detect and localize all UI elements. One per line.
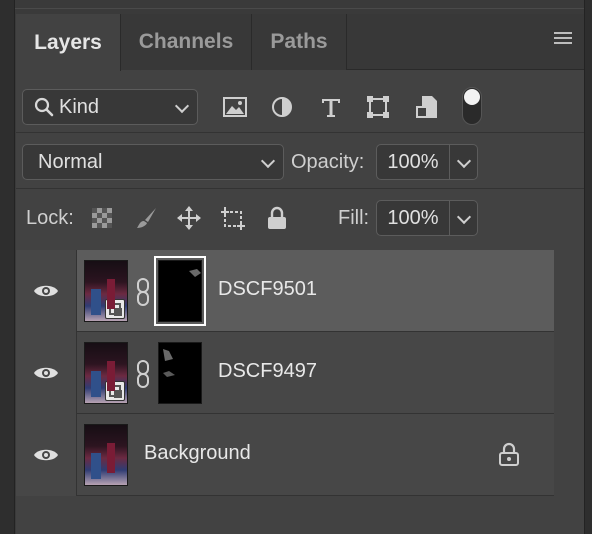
tab-channels[interactable]: Channels — [121, 14, 252, 70]
eye-icon — [34, 449, 58, 461]
type-filter-icon[interactable] — [318, 94, 344, 120]
filter-kind-label: Kind — [59, 95, 100, 118]
lock-transparent-pixels-icon[interactable] — [89, 205, 115, 231]
right-scrollbar[interactable] — [584, 0, 592, 534]
layer-mask-thumbnail[interactable] — [158, 342, 202, 404]
blend-mode-select[interactable]: Normal — [22, 144, 284, 180]
image-filter-icon[interactable] — [222, 94, 248, 120]
left-frame — [0, 0, 15, 534]
filter-toggle-switch[interactable] — [462, 87, 482, 125]
layer-name[interactable]: Background — [144, 442, 251, 465]
chevron-down-icon — [456, 153, 472, 169]
panel-tab-bar: Layers Channels Paths — [16, 14, 584, 71]
lock-position-icon[interactable] — [176, 205, 202, 231]
filter-kind-select[interactable]: Kind — [22, 89, 198, 125]
chevron-down-icon — [174, 98, 190, 114]
smart-object-icon — [105, 299, 125, 319]
fill-label: Fill: — [338, 207, 370, 229]
layer-lock-icon — [499, 442, 519, 466]
layer-row-dscf9501[interactable]: DSCF9501 — [16, 250, 554, 332]
tab-paths[interactable]: Paths — [252, 14, 347, 70]
search-icon — [33, 96, 55, 118]
smart-object-icon — [105, 381, 125, 401]
visibility-toggle[interactable] — [16, 250, 77, 332]
layer-name[interactable]: DSCF9497 — [218, 360, 317, 383]
eye-icon — [34, 285, 58, 297]
layer-thumbnail[interactable] — [84, 260, 128, 322]
lock-image-pixels-icon[interactable] — [134, 205, 160, 231]
link-chain-icon[interactable] — [136, 278, 150, 306]
tab-layers[interactable]: Layers — [16, 14, 121, 71]
fill-dropdown[interactable] — [450, 200, 478, 236]
opacity-input[interactable]: 100% — [376, 144, 450, 180]
fill-input[interactable]: 100% — [376, 200, 450, 236]
visibility-toggle[interactable] — [16, 332, 77, 414]
lock-all-icon[interactable] — [264, 205, 290, 231]
eye-icon — [34, 367, 58, 379]
panel-menu-icon[interactable] — [554, 32, 572, 48]
divider — [16, 132, 584, 133]
visibility-toggle[interactable] — [16, 414, 77, 496]
lock-label: Lock: — [26, 207, 74, 229]
smart-object-filter-icon[interactable] — [414, 94, 440, 120]
adjustment-filter-icon[interactable] — [269, 94, 295, 120]
shape-filter-icon[interactable] — [365, 94, 391, 120]
layer-thumbnail[interactable] — [84, 424, 128, 486]
lock-artboard-icon[interactable] — [220, 205, 246, 231]
top-frame — [15, 0, 584, 14]
layer-mask-thumbnail[interactable] — [154, 256, 206, 326]
divider — [16, 188, 584, 189]
layer-name[interactable]: DSCF9501 — [218, 278, 317, 301]
opacity-dropdown[interactable] — [450, 144, 478, 180]
chevron-down-icon — [456, 209, 472, 225]
layers-panel: Layers Channels Paths Kind Normal Opacit… — [16, 14, 584, 534]
chevron-down-icon — [260, 153, 276, 169]
opacity-label: Opacity: — [291, 151, 365, 173]
layer-row-background[interactable]: Background — [16, 414, 554, 496]
link-chain-icon[interactable] — [136, 360, 150, 388]
layer-thumbnail[interactable] — [84, 342, 128, 404]
layer-row-dscf9497[interactable]: DSCF9497 — [16, 332, 554, 414]
blend-mode-value: Normal — [38, 150, 103, 173]
